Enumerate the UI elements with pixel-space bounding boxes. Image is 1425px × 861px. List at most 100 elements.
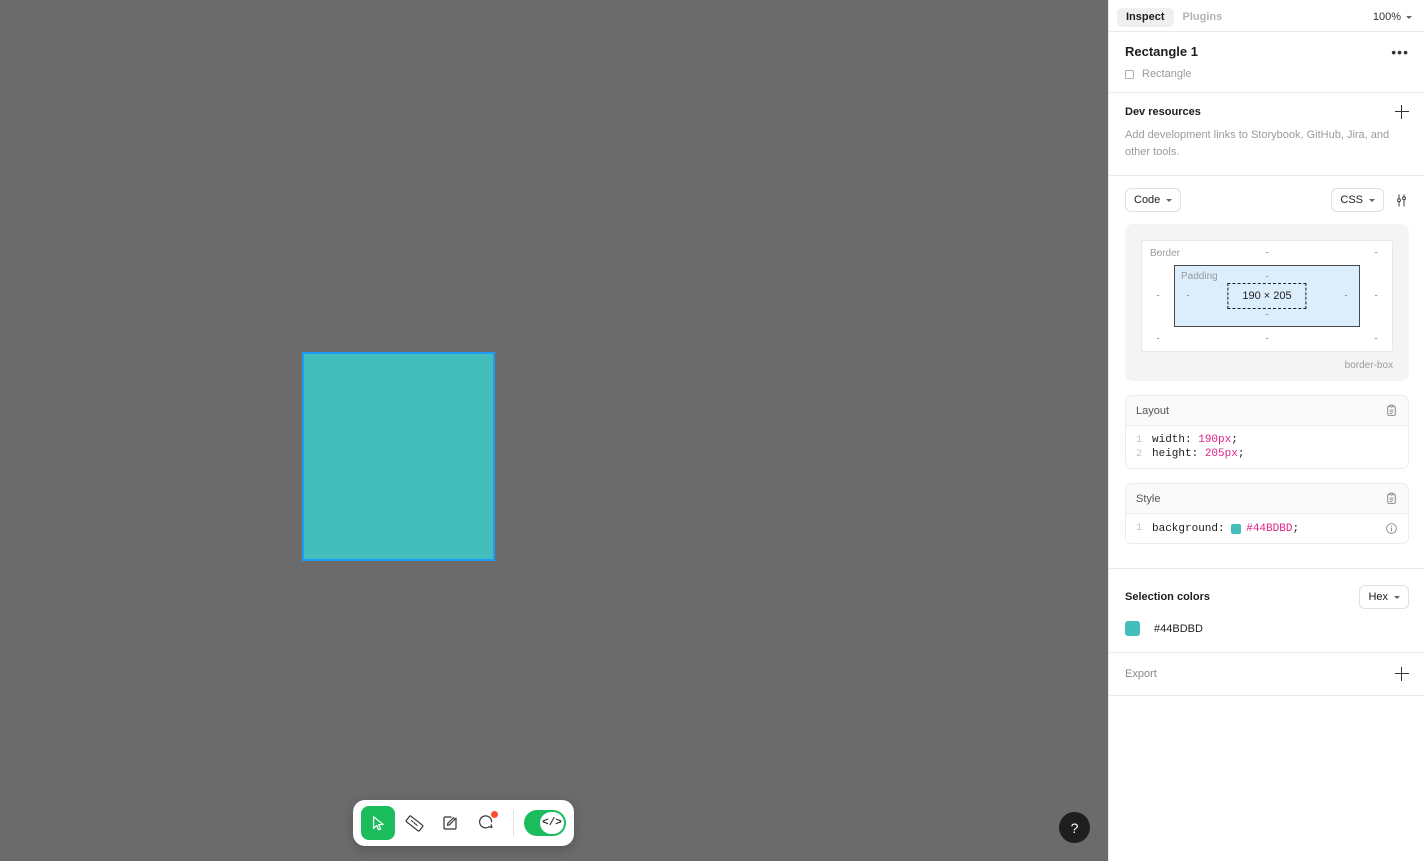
- box-model-border-box: Border - - - - - - - - Padding - - - - 1…: [1141, 240, 1393, 353]
- selection-type-label: Rectangle: [1142, 68, 1192, 80]
- color-format-label: Hex: [1368, 591, 1388, 604]
- comment-notification-badge: [491, 811, 498, 818]
- design-canvas[interactable]: </> ?: [0, 0, 1108, 861]
- measure-tool-button[interactable]: [397, 806, 431, 840]
- move-tool-button[interactable]: [361, 806, 395, 840]
- export-bottom-divider: [1109, 695, 1425, 697]
- dev-mode-inspect-screen: </> ? Inspect Plugins 100% Rectangle 1 •…: [0, 0, 1425, 861]
- code-line: 1 width: 190px;: [1126, 433, 1408, 447]
- clipboard-icon: [1387, 492, 1396, 504]
- dev-mode-toggle[interactable]: </>: [524, 810, 566, 836]
- chevron-down-icon: [1369, 198, 1375, 202]
- tab-inspect[interactable]: Inspect: [1117, 7, 1174, 27]
- clipboard-icon: [1387, 404, 1396, 416]
- dev-resources-description: Add development links to Storybook, GitH…: [1125, 129, 1390, 159]
- add-dev-resource-button[interactable]: [1395, 105, 1409, 119]
- export-title: Export: [1125, 668, 1157, 681]
- sliders-icon: [1397, 194, 1406, 207]
- comment-tool-button[interactable]: [469, 806, 503, 840]
- padding-dash-left: -: [1186, 290, 1190, 302]
- css-property: width: [1152, 434, 1186, 447]
- add-export-button[interactable]: [1395, 667, 1409, 682]
- more-options-button[interactable]: •••: [1391, 45, 1409, 59]
- css-value: 205px: [1204, 448, 1238, 461]
- padding-dash-right: -: [1344, 290, 1348, 302]
- margin-dash-bottom: -: [1265, 333, 1269, 345]
- css-property: background: [1152, 522, 1219, 535]
- line-number: 2: [1136, 448, 1143, 460]
- box-sizing-label: border-box: [1344, 360, 1393, 372]
- margin-dash-bottom-right: -: [1374, 333, 1378, 345]
- box-model-content-size: 190 × 205: [1227, 283, 1307, 310]
- layout-code-card: Layout 1 width: 190px; 2 height: 205px;: [1125, 395, 1409, 470]
- copy-layout-button[interactable]: [1385, 404, 1398, 417]
- info-icon: [1386, 523, 1397, 534]
- box-model-card: Border - - - - - - - - Padding - - - - 1…: [1125, 224, 1409, 382]
- style-code-header: Style: [1126, 484, 1408, 515]
- language-label: CSS: [1340, 194, 1363, 207]
- style-code-card: Style 1 background: #44BDBD;: [1125, 483, 1409, 545]
- margin-dash-left: -: [1156, 290, 1160, 302]
- layout-code-title: Layout: [1136, 404, 1170, 417]
- bottom-toolbar: </>: [353, 800, 574, 846]
- layout-code-header: Layout: [1126, 396, 1408, 427]
- line-number: 1: [1136, 523, 1143, 535]
- chevron-down-icon: [1394, 595, 1400, 599]
- language-dropdown[interactable]: CSS: [1331, 188, 1384, 213]
- export-header: Export: [1109, 653, 1425, 695]
- code-mode-label: Code: [1134, 194, 1161, 207]
- copy-style-button[interactable]: [1385, 492, 1398, 505]
- margin-dash-right: -: [1374, 290, 1378, 302]
- zoom-control[interactable]: 100%: [1373, 11, 1417, 23]
- selection-title-row: Rectangle 1 •••: [1109, 32, 1425, 59]
- css-value: 190px: [1198, 434, 1232, 447]
- box-model-padding-label: Padding: [1181, 271, 1218, 283]
- code-text: background: #44BDBD;: [1152, 522, 1300, 535]
- color-swatch-icon: [1231, 523, 1242, 534]
- layout-code-body[interactable]: 1 width: 190px; 2 height: 205px;: [1126, 426, 1408, 469]
- zoom-level-label: 100%: [1372, 11, 1401, 23]
- annotate-tool-button[interactable]: [433, 806, 467, 840]
- chevron-down-icon: [1406, 15, 1412, 19]
- selection-colors-header: Selection colors Hex: [1109, 569, 1425, 610]
- line-number: 1: [1136, 434, 1143, 446]
- page-title: Rectangle 1: [1125, 44, 1198, 59]
- code-mode-dropdown[interactable]: Code: [1125, 188, 1182, 213]
- margin-dash-top-left: -: [1156, 247, 1160, 259]
- code-controls-row: Code CSS: [1109, 176, 1425, 224]
- style-info-button[interactable]: [1385, 522, 1398, 535]
- selection-type-row: Rectangle: [1109, 59, 1425, 92]
- box-model-border-label: Border: [1150, 248, 1181, 260]
- color-hex-label: #44BDBD: [1154, 622, 1203, 635]
- style-code-body[interactable]: 1 background: #44BDBD;: [1126, 514, 1408, 544]
- css-value: #44BDBD: [1246, 522, 1293, 535]
- help-button[interactable]: ?: [1059, 812, 1090, 843]
- toolbar-divider: [513, 810, 514, 836]
- code-settings-button[interactable]: [1394, 193, 1409, 208]
- margin-dash-top-right: -: [1374, 247, 1378, 259]
- style-code-title: Style: [1136, 492, 1161, 505]
- margin-dash-top: -: [1265, 247, 1269, 259]
- cursor-icon: [372, 815, 384, 830]
- selection-color-item[interactable]: #44BDBD: [1109, 609, 1425, 652]
- chevron-down-icon: [1166, 198, 1173, 202]
- css-property: height: [1152, 448, 1192, 461]
- color-swatch-icon: [1125, 621, 1140, 637]
- color-format-dropdown[interactable]: Hex: [1359, 585, 1409, 610]
- dev-resources-header: Dev resources: [1109, 93, 1425, 119]
- code-line: 2 height: 205px;: [1126, 447, 1408, 461]
- dev-mode-toggle-knob: </>: [540, 812, 564, 834]
- dev-resources-title: Dev resources: [1125, 106, 1201, 118]
- tab-plugins[interactable]: Plugins: [1174, 8, 1232, 27]
- selection-colors-title: Selection colors: [1125, 591, 1210, 604]
- code-text: height: 205px;: [1152, 448, 1245, 461]
- code-line: 1 background: #44BDBD;: [1126, 521, 1408, 536]
- code-text: width: 190px;: [1152, 434, 1238, 447]
- inspect-panel: Inspect Plugins 100% Rectangle 1 ••• Rec…: [1108, 0, 1425, 861]
- canvas-rectangle-shape[interactable]: [302, 352, 495, 561]
- padding-dash-bottom: -: [1265, 309, 1269, 321]
- rectangle-shape-icon: [1125, 69, 1134, 79]
- pencil-edit-icon: [443, 816, 457, 830]
- ruler-icon: [405, 814, 423, 832]
- panel-tabs: Inspect Plugins 100%: [1109, 3, 1425, 31]
